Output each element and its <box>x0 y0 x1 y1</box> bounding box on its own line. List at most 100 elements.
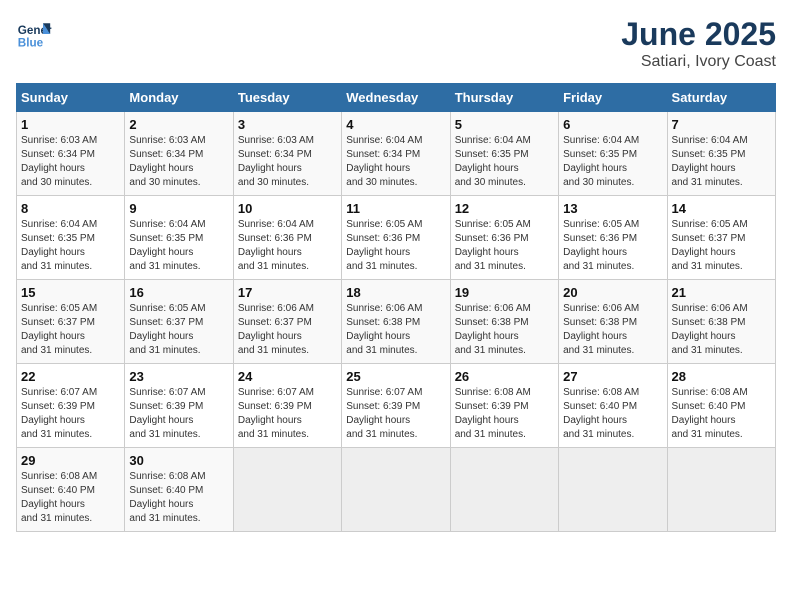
calendar-cell <box>667 448 775 532</box>
calendar-cell: 1 Sunrise: 6:03 AM Sunset: 6:34 PM Dayli… <box>17 112 125 196</box>
day-info: Sunrise: 6:04 AM Sunset: 6:35 PM Dayligh… <box>563 134 662 190</box>
day-number: 13 <box>563 201 662 216</box>
day-info: Sunrise: 6:04 AM Sunset: 6:35 PM Dayligh… <box>129 218 228 274</box>
day-info: Sunrise: 6:05 AM Sunset: 6:37 PM Dayligh… <box>672 218 771 274</box>
logo-icon: General Blue <box>16 16 52 52</box>
day-info: Sunrise: 6:07 AM Sunset: 6:39 PM Dayligh… <box>346 386 445 442</box>
calendar-cell: 2 Sunrise: 6:03 AM Sunset: 6:34 PM Dayli… <box>125 112 233 196</box>
day-number: 12 <box>455 201 554 216</box>
day-number: 9 <box>129 201 228 216</box>
calendar-cell: 12 Sunrise: 6:05 AM Sunset: 6:36 PM Dayl… <box>450 196 558 280</box>
day-of-week-sunday: Sunday <box>17 84 125 112</box>
day-number: 19 <box>455 285 554 300</box>
calendar-cell: 24 Sunrise: 6:07 AM Sunset: 6:39 PM Dayl… <box>233 364 341 448</box>
calendar-title: June 2025 <box>621 16 776 53</box>
calendar-cell: 19 Sunrise: 6:06 AM Sunset: 6:38 PM Dayl… <box>450 280 558 364</box>
day-number: 26 <box>455 369 554 384</box>
logo: General Blue <box>16 16 52 52</box>
calendar-cell <box>342 448 450 532</box>
calendar-cell: 22 Sunrise: 6:07 AM Sunset: 6:39 PM Dayl… <box>17 364 125 448</box>
calendar-cell: 15 Sunrise: 6:05 AM Sunset: 6:37 PM Dayl… <box>17 280 125 364</box>
day-number: 10 <box>238 201 337 216</box>
calendar-week-2: 8 Sunrise: 6:04 AM Sunset: 6:35 PM Dayli… <box>17 196 776 280</box>
day-info: Sunrise: 6:03 AM Sunset: 6:34 PM Dayligh… <box>238 134 337 190</box>
day-number: 1 <box>21 117 120 132</box>
day-info: Sunrise: 6:05 AM Sunset: 6:36 PM Dayligh… <box>346 218 445 274</box>
calendar-cell: 28 Sunrise: 6:08 AM Sunset: 6:40 PM Dayl… <box>667 364 775 448</box>
calendar-cell: 6 Sunrise: 6:04 AM Sunset: 6:35 PM Dayli… <box>559 112 667 196</box>
day-number: 29 <box>21 453 120 468</box>
calendar-cell: 20 Sunrise: 6:06 AM Sunset: 6:38 PM Dayl… <box>559 280 667 364</box>
day-info: Sunrise: 6:08 AM Sunset: 6:40 PM Dayligh… <box>129 470 228 526</box>
day-info: Sunrise: 6:05 AM Sunset: 6:36 PM Dayligh… <box>563 218 662 274</box>
calendar-cell: 5 Sunrise: 6:04 AM Sunset: 6:35 PM Dayli… <box>450 112 558 196</box>
day-info: Sunrise: 6:05 AM Sunset: 6:37 PM Dayligh… <box>21 302 120 358</box>
day-number: 2 <box>129 117 228 132</box>
day-number: 4 <box>346 117 445 132</box>
day-info: Sunrise: 6:03 AM Sunset: 6:34 PM Dayligh… <box>21 134 120 190</box>
calendar-table: SundayMondayTuesdayWednesdayThursdayFrid… <box>16 83 776 532</box>
day-info: Sunrise: 6:08 AM Sunset: 6:39 PM Dayligh… <box>455 386 554 442</box>
calendar-week-3: 15 Sunrise: 6:05 AM Sunset: 6:37 PM Dayl… <box>17 280 776 364</box>
calendar-cell: 26 Sunrise: 6:08 AM Sunset: 6:39 PM Dayl… <box>450 364 558 448</box>
day-number: 23 <box>129 369 228 384</box>
day-of-week-tuesday: Tuesday <box>233 84 341 112</box>
day-info: Sunrise: 6:06 AM Sunset: 6:38 PM Dayligh… <box>346 302 445 358</box>
calendar-cell: 17 Sunrise: 6:06 AM Sunset: 6:37 PM Dayl… <box>233 280 341 364</box>
day-number: 24 <box>238 369 337 384</box>
calendar-cell: 8 Sunrise: 6:04 AM Sunset: 6:35 PM Dayli… <box>17 196 125 280</box>
day-info: Sunrise: 6:06 AM Sunset: 6:38 PM Dayligh… <box>563 302 662 358</box>
calendar-cell: 4 Sunrise: 6:04 AM Sunset: 6:34 PM Dayli… <box>342 112 450 196</box>
calendar-cell: 23 Sunrise: 6:07 AM Sunset: 6:39 PM Dayl… <box>125 364 233 448</box>
day-info: Sunrise: 6:06 AM Sunset: 6:38 PM Dayligh… <box>455 302 554 358</box>
day-number: 27 <box>563 369 662 384</box>
day-number: 11 <box>346 201 445 216</box>
day-number: 20 <box>563 285 662 300</box>
calendar-cell <box>559 448 667 532</box>
calendar-subtitle: Satiari, Ivory Coast <box>621 53 776 71</box>
calendar-cell: 9 Sunrise: 6:04 AM Sunset: 6:35 PM Dayli… <box>125 196 233 280</box>
day-info: Sunrise: 6:04 AM Sunset: 6:35 PM Dayligh… <box>455 134 554 190</box>
day-info: Sunrise: 6:04 AM Sunset: 6:35 PM Dayligh… <box>21 218 120 274</box>
day-of-week-friday: Friday <box>559 84 667 112</box>
day-info: Sunrise: 6:07 AM Sunset: 6:39 PM Dayligh… <box>238 386 337 442</box>
calendar-cell: 27 Sunrise: 6:08 AM Sunset: 6:40 PM Dayl… <box>559 364 667 448</box>
calendar-cell: 21 Sunrise: 6:06 AM Sunset: 6:38 PM Dayl… <box>667 280 775 364</box>
day-number: 25 <box>346 369 445 384</box>
calendar-cell: 16 Sunrise: 6:05 AM Sunset: 6:37 PM Dayl… <box>125 280 233 364</box>
day-number: 3 <box>238 117 337 132</box>
day-info: Sunrise: 6:07 AM Sunset: 6:39 PM Dayligh… <box>21 386 120 442</box>
day-info: Sunrise: 6:04 AM Sunset: 6:36 PM Dayligh… <box>238 218 337 274</box>
day-of-week-saturday: Saturday <box>667 84 775 112</box>
calendar-cell: 13 Sunrise: 6:05 AM Sunset: 6:36 PM Dayl… <box>559 196 667 280</box>
day-number: 7 <box>672 117 771 132</box>
day-info: Sunrise: 6:06 AM Sunset: 6:38 PM Dayligh… <box>672 302 771 358</box>
calendar-cell: 29 Sunrise: 6:08 AM Sunset: 6:40 PM Dayl… <box>17 448 125 532</box>
day-info: Sunrise: 6:04 AM Sunset: 6:34 PM Dayligh… <box>346 134 445 190</box>
calendar-cell: 30 Sunrise: 6:08 AM Sunset: 6:40 PM Dayl… <box>125 448 233 532</box>
calendar-body: 1 Sunrise: 6:03 AM Sunset: 6:34 PM Dayli… <box>17 112 776 532</box>
calendar-week-1: 1 Sunrise: 6:03 AM Sunset: 6:34 PM Dayli… <box>17 112 776 196</box>
day-info: Sunrise: 6:05 AM Sunset: 6:36 PM Dayligh… <box>455 218 554 274</box>
day-info: Sunrise: 6:03 AM Sunset: 6:34 PM Dayligh… <box>129 134 228 190</box>
day-info: Sunrise: 6:05 AM Sunset: 6:37 PM Dayligh… <box>129 302 228 358</box>
day-info: Sunrise: 6:06 AM Sunset: 6:37 PM Dayligh… <box>238 302 337 358</box>
calendar-week-5: 29 Sunrise: 6:08 AM Sunset: 6:40 PM Dayl… <box>17 448 776 532</box>
day-of-week-wednesday: Wednesday <box>342 84 450 112</box>
day-number: 28 <box>672 369 771 384</box>
calendar-cell <box>233 448 341 532</box>
calendar-cell: 25 Sunrise: 6:07 AM Sunset: 6:39 PM Dayl… <box>342 364 450 448</box>
title-area: June 2025 Satiari, Ivory Coast <box>621 16 776 71</box>
calendar-cell: 10 Sunrise: 6:04 AM Sunset: 6:36 PM Dayl… <box>233 196 341 280</box>
day-info: Sunrise: 6:04 AM Sunset: 6:35 PM Dayligh… <box>672 134 771 190</box>
calendar-cell <box>450 448 558 532</box>
day-number: 21 <box>672 285 771 300</box>
day-number: 16 <box>129 285 228 300</box>
calendar-cell: 3 Sunrise: 6:03 AM Sunset: 6:34 PM Dayli… <box>233 112 341 196</box>
day-number: 22 <box>21 369 120 384</box>
day-info: Sunrise: 6:08 AM Sunset: 6:40 PM Dayligh… <box>672 386 771 442</box>
calendar-cell: 7 Sunrise: 6:04 AM Sunset: 6:35 PM Dayli… <box>667 112 775 196</box>
calendar-cell: 18 Sunrise: 6:06 AM Sunset: 6:38 PM Dayl… <box>342 280 450 364</box>
svg-text:Blue: Blue <box>18 37 44 50</box>
day-of-week-header: SundayMondayTuesdayWednesdayThursdayFrid… <box>17 84 776 112</box>
